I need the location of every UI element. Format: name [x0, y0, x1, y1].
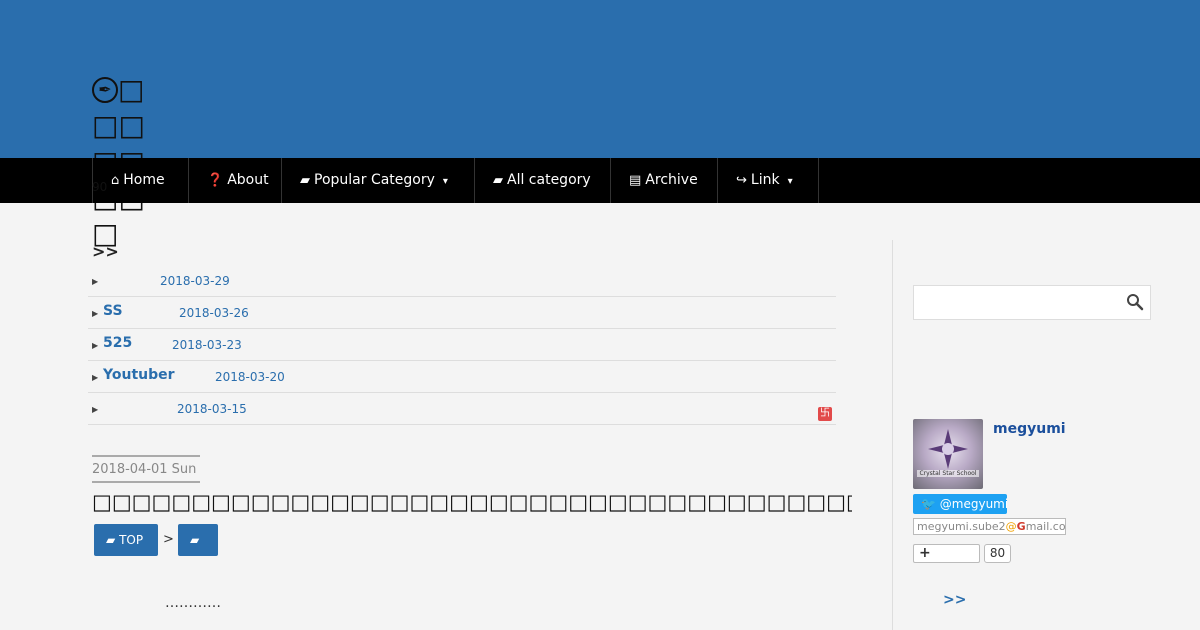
- breadcrumb-category-button[interactable]: ▰: [178, 524, 218, 556]
- site-subtitle: 90: [92, 180, 108, 194]
- nav-link[interactable]: ↪ Link ▾: [718, 158, 819, 203]
- email-at: @: [1005, 520, 1017, 533]
- star-emblem-icon: [928, 429, 968, 469]
- email-user: megyumi.sube2: [917, 520, 1006, 533]
- follow-button[interactable]: +: [913, 544, 980, 563]
- breadcrumb-separator: >: [163, 532, 174, 547]
- post-date: 2018-04-01 Sun: [92, 455, 200, 483]
- recent-posts-heading: >>: [92, 242, 119, 261]
- bullet-icon: ▶: [92, 277, 99, 286]
- nav-about-label: About: [227, 172, 269, 188]
- main-nav: ⌂ Home ❓ About ▰ Popular Category ▾ ▰ All cat…: [0, 158, 1200, 203]
- profile-name[interactable]: megyumi: [993, 421, 1066, 437]
- post-excerpt: …………: [165, 595, 221, 611]
- sidebar-divider: [892, 240, 893, 630]
- folder-icon: ▰: [300, 173, 310, 188]
- recent-post-date: 2018-03-20: [215, 370, 285, 384]
- bullet-icon: ▶: [92, 341, 99, 350]
- post-title[interactable]: □□□□□□□□□□□□□□□□□□□□□□□□□□□□□□□□□□□□□□□□…: [92, 490, 852, 514]
- recent-post-date: 2018-03-26: [179, 306, 249, 320]
- email-mail: mail: [1025, 520, 1050, 533]
- chevron-down-icon: ▾: [442, 176, 448, 187]
- email-g: G: [1016, 520, 1026, 533]
- nav-archive[interactable]: ▤ Archive: [611, 158, 718, 203]
- bullet-icon: ▶: [92, 405, 99, 414]
- breadcrumb-top-label: TOP: [119, 533, 144, 547]
- email-domain: .com: [1049, 520, 1066, 533]
- nav-archive-label: Archive: [645, 172, 698, 188]
- bullet-icon: ▶: [92, 373, 99, 382]
- category-badge-icon: 卐: [818, 407, 832, 421]
- follow-count: 80: [984, 544, 1011, 563]
- list-item[interactable]: ▶ 2018-03-29: [88, 265, 836, 297]
- recent-post-date: 2018-03-29: [160, 274, 230, 288]
- nav-link-label: Link: [750, 172, 780, 188]
- share-icon: ↪: [736, 173, 747, 188]
- email-address-image: megyumi.sube2@Gmail.com: [913, 518, 1066, 535]
- twitter-handle: @megyumi: [939, 497, 1009, 511]
- recent-post-title[interactable]: SS: [103, 303, 123, 319]
- bullet-icon: ▶: [92, 309, 99, 318]
- recent-post-date: 2018-03-23: [172, 338, 242, 352]
- breadcrumb-top-button[interactable]: ▰ TOP: [94, 524, 158, 556]
- sidebar-more-link[interactable]: >>: [943, 592, 966, 608]
- list-item[interactable]: ▶ 525 2018-03-23: [88, 329, 836, 361]
- list-item[interactable]: ▶ Youtuber 2018-03-20: [88, 361, 836, 393]
- plus-icon: +: [919, 545, 931, 561]
- twitter-icon: 🐦: [921, 497, 936, 511]
- search-input[interactable]: [920, 293, 1120, 313]
- recent-posts-list: ▶ 2018-03-29 ▶ SS 2018-03-26 ▶ 525 2018-…: [88, 265, 836, 425]
- nav-all-category[interactable]: ▰ All category: [475, 158, 611, 203]
- nav-popular-category[interactable]: ▰ Popular Category ▾: [282, 158, 475, 203]
- folder-icon: ▰: [106, 533, 116, 547]
- recent-post-title[interactable]: 525: [103, 335, 132, 351]
- list-item[interactable]: ▶ 2018-03-15 卐: [88, 393, 836, 425]
- nav-popular-label: Popular Category: [314, 172, 435, 188]
- fountain-pen-icon: ✒: [92, 77, 118, 103]
- avatar[interactable]: Crystal Star School: [913, 419, 983, 489]
- recent-post-date: 2018-03-15: [177, 402, 247, 416]
- nav-all-label: All category: [507, 172, 591, 188]
- home-icon: ⌂: [111, 173, 120, 188]
- folder-icon: ▰: [493, 173, 503, 188]
- question-icon: ❓: [207, 173, 224, 188]
- folder-icon: ▰: [190, 533, 200, 547]
- list-item[interactable]: ▶ SS 2018-03-26: [88, 297, 836, 329]
- recent-post-title[interactable]: Youtuber: [103, 367, 175, 383]
- search-form: [913, 285, 1151, 320]
- twitter-follow-button[interactable]: 🐦 @megyumi: [913, 494, 1009, 514]
- chevron-down-icon: ▾: [787, 176, 793, 187]
- archive-icon: ▤: [629, 173, 642, 188]
- search-icon[interactable]: [1126, 293, 1144, 311]
- site-header: ✒□□□□□□□□: [0, 0, 1200, 250]
- nav-home-label: Home: [123, 172, 165, 188]
- nav-about[interactable]: ❓ About: [189, 158, 282, 203]
- avatar-caption: Crystal Star School: [917, 470, 979, 477]
